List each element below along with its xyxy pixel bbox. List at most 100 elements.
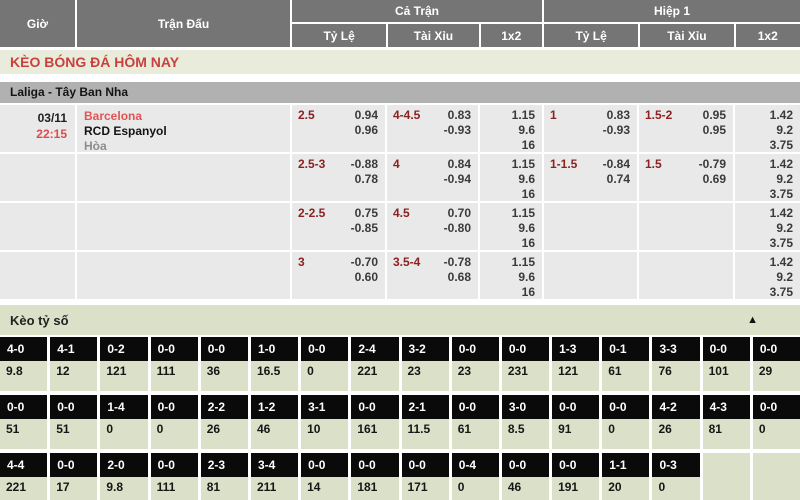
score-odds-cell[interactable]: 0-017 — [50, 453, 97, 500]
score-odds-cell[interactable]: 1-120 — [602, 453, 649, 500]
score-odds-cell[interactable]: 0-061 — [452, 395, 499, 449]
ft-handicap-cell[interactable]: 3-0.70 0.60 — [290, 252, 385, 299]
score-odds-cell[interactable]: 0-051 — [0, 395, 47, 449]
score-odds-cell[interactable]: 2-226 — [201, 395, 248, 449]
score-odds-cell[interactable]: 0-014 — [301, 453, 348, 500]
score-odds-cell[interactable]: 0-0181 — [351, 453, 398, 500]
under-odds[interactable]: -0.94 — [444, 172, 471, 187]
h1-handicap-cell[interactable]: 10.83 -0.93 — [542, 105, 637, 152]
score-odds-cell[interactable]: 4-09.8 — [0, 337, 47, 391]
odds-1x2-draw[interactable]: 3.75 — [735, 285, 800, 300]
score-odds-cell[interactable]: 1-246 — [251, 395, 298, 449]
score-odds-cell[interactable]: 0-30 — [652, 453, 699, 500]
odds-1x2-draw[interactable]: 16 — [480, 236, 542, 251]
odds-1x2-away[interactable]: 9.6 — [480, 270, 542, 285]
ft-handicap-cell[interactable]: 2-2.50.75 -0.85 — [290, 203, 385, 250]
score-odds-cell[interactable]: 0-0111 — [151, 453, 198, 500]
h1-overunder-cell[interactable]: 1.5-0.79 0.69 — [637, 154, 733, 201]
score-odds-cell[interactable]: 0-029 — [753, 337, 800, 391]
score-odds-cell[interactable]: 2-111.5 — [402, 395, 449, 449]
score-odds-cell[interactable]: 0-2121 — [100, 337, 147, 391]
score-odds-cell[interactable]: 0-0111 — [151, 337, 198, 391]
handicap-odds-over[interactable]: 0.94 — [355, 108, 378, 123]
score-odds-cell[interactable]: 0-161 — [602, 337, 649, 391]
odds-1x2-home[interactable]: 1.42 — [735, 255, 800, 270]
score-odds-cell[interactable]: 0-00 — [151, 395, 198, 449]
score-odds-cell[interactable]: 1-016.5 — [251, 337, 298, 391]
score-odds-cell[interactable]: 0-036 — [201, 337, 248, 391]
score-odds-cell[interactable]: 0-0171 — [402, 453, 449, 500]
under-odds[interactable]: 0.69 — [703, 172, 726, 187]
handicap-odds-under[interactable]: -0.93 — [603, 123, 630, 138]
ft-1x2-cell[interactable]: 1.15 9.6 16 — [478, 203, 542, 250]
over-odds[interactable]: -0.79 — [699, 157, 726, 172]
odds-1x2-home[interactable]: 1.15 — [480, 206, 542, 221]
odds-1x2-away[interactable]: 9.6 — [480, 123, 542, 138]
odds-1x2-home[interactable]: 1.42 — [735, 206, 800, 221]
ft-overunder-cell[interactable]: 40.84 -0.94 — [385, 154, 478, 201]
handicap-odds-over[interactable]: -0.84 — [603, 157, 630, 172]
odds-1x2-away[interactable]: 9.2 — [735, 172, 800, 187]
h1-1x2-cell[interactable]: 1.42 9.2 3.75 — [733, 105, 800, 152]
handicap-odds-over[interactable]: -0.70 — [351, 255, 378, 270]
odds-1x2-away[interactable]: 9.6 — [480, 172, 542, 187]
handicap-odds-under[interactable]: 0.60 — [355, 270, 378, 285]
odds-1x2-draw[interactable]: 3.75 — [735, 187, 800, 202]
handicap-odds-under[interactable]: 0.74 — [607, 172, 630, 187]
score-odds-cell[interactable]: 1-3121 — [552, 337, 599, 391]
score-odds-cell[interactable]: 2-381 — [201, 453, 248, 500]
score-odds-cell[interactable]: 2-09.8 — [100, 453, 147, 500]
over-odds[interactable]: 0.84 — [448, 157, 471, 172]
odds-1x2-away[interactable]: 9.6 — [480, 221, 542, 236]
over-odds[interactable]: 0.83 — [448, 108, 471, 123]
under-odds[interactable]: -0.80 — [444, 221, 471, 236]
ft-overunder-cell[interactable]: 4-4.50.83 -0.93 — [385, 105, 478, 152]
ft-1x2-cell[interactable]: 1.15 9.6 16 — [478, 154, 542, 201]
score-odds-cell[interactable]: 0-0191 — [552, 453, 599, 500]
odds-1x2-draw[interactable]: 3.75 — [735, 236, 800, 251]
ft-overunder-cell[interactable]: 4.50.70 -0.80 — [385, 203, 478, 250]
odds-1x2-away[interactable]: 9.2 — [735, 270, 800, 285]
odds-1x2-home[interactable]: 1.42 — [735, 108, 800, 123]
odds-1x2-home[interactable]: 1.15 — [480, 255, 542, 270]
score-odds-cell[interactable]: 4-112 — [50, 337, 97, 391]
score-odds-cell[interactable]: 3-4211 — [251, 453, 298, 500]
handicap-odds-over[interactable]: -0.88 — [351, 157, 378, 172]
odds-1x2-away[interactable]: 9.2 — [735, 123, 800, 138]
collapse-icon[interactable]: ▲ — [747, 314, 758, 326]
score-odds-cell[interactable]: 0-051 — [50, 395, 97, 449]
h1-overunder-cell[interactable]: 1.5-20.95 0.95 — [637, 105, 733, 152]
handicap-odds-over[interactable]: 0.83 — [607, 108, 630, 123]
under-odds[interactable]: 0.95 — [703, 123, 726, 138]
over-odds[interactable]: 0.70 — [448, 206, 471, 221]
ft-1x2-cell[interactable]: 1.15 9.6 16 — [478, 105, 542, 152]
score-odds-cell[interactable]: 0-0161 — [351, 395, 398, 449]
odds-1x2-away[interactable]: 9.2 — [735, 221, 800, 236]
odds-1x2-home[interactable]: 1.15 — [480, 108, 542, 123]
score-odds-cell[interactable]: 4-226 — [652, 395, 699, 449]
over-odds[interactable]: 0.95 — [703, 108, 726, 123]
score-odds-cell[interactable]: 3-08.5 — [502, 395, 549, 449]
score-odds-cell[interactable]: 4-381 — [703, 395, 750, 449]
home-team[interactable]: Barcelona — [84, 109, 290, 124]
ft-handicap-cell[interactable]: 2.50.94 0.96 — [290, 105, 385, 152]
score-odds-cell[interactable]: 2-4221 — [351, 337, 398, 391]
odds-1x2-draw[interactable]: 16 — [480, 138, 542, 153]
score-odds-cell[interactable]: 0-00 — [301, 337, 348, 391]
odds-1x2-draw[interactable]: 16 — [480, 285, 542, 300]
h1-1x2-cell[interactable]: 1.42 9.2 3.75 — [733, 203, 800, 250]
score-odds-cell[interactable]: 0-00 — [602, 395, 649, 449]
away-team[interactable]: RCD Espanyol — [84, 124, 290, 139]
odds-1x2-home[interactable]: 1.42 — [735, 157, 800, 172]
odds-1x2-home[interactable]: 1.15 — [480, 157, 542, 172]
handicap-odds-over[interactable]: 0.75 — [355, 206, 378, 221]
ft-handicap-cell[interactable]: 2.5-3-0.88 0.78 — [290, 154, 385, 201]
league-header[interactable]: Laliga - Tây Ban Nha — [0, 82, 800, 103]
under-odds[interactable]: -0.93 — [444, 123, 471, 138]
h1-handicap-cell[interactable]: 1-1.5-0.84 0.74 — [542, 154, 637, 201]
under-odds[interactable]: 0.68 — [448, 270, 471, 285]
odds-1x2-draw[interactable]: 3.75 — [735, 138, 800, 153]
score-odds-cell[interactable]: 3-110 — [301, 395, 348, 449]
h1-1x2-cell[interactable]: 1.42 9.2 3.75 — [733, 252, 800, 299]
score-odds-cell[interactable]: 0-40 — [452, 453, 499, 500]
